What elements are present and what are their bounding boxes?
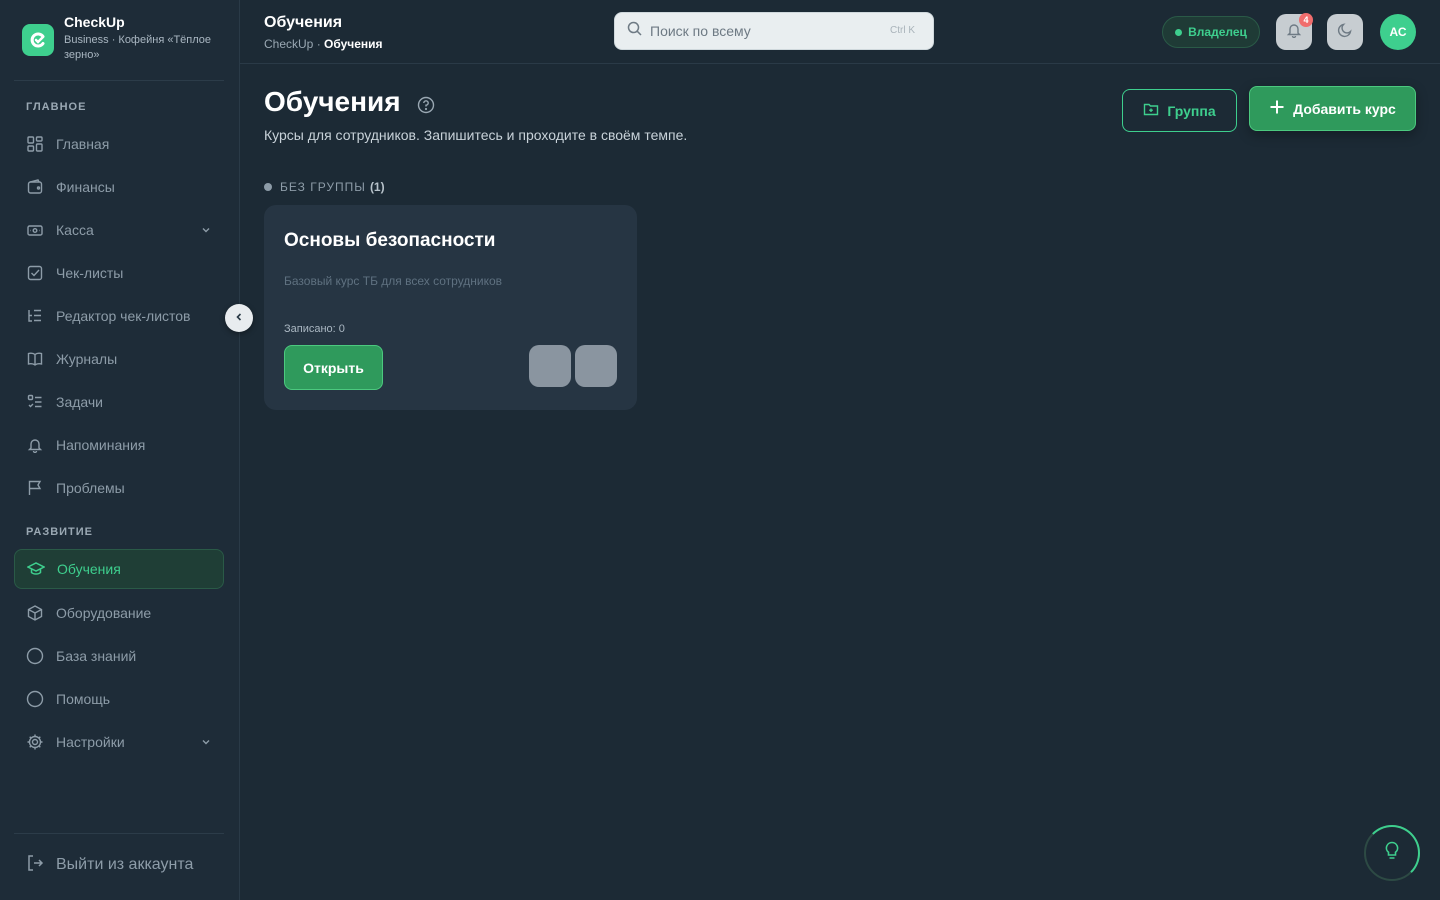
section-title-development: РАЗВИТИЕ [26, 526, 94, 538]
gear-icon [26, 733, 44, 751]
sidebar-item-checklists[interactable]: Чек-листы [14, 253, 224, 293]
sidebar-item-label: Редактор чек-листов [56, 308, 191, 324]
page-title: Обучения [264, 86, 401, 117]
sidebar-item-label: Обучения [57, 561, 121, 577]
open-course-button[interactable]: Открыть [284, 345, 383, 390]
sidebar-collapse-button[interactable] [225, 304, 253, 332]
sidebar-item-label: Настройки [56, 734, 125, 750]
topbar-title: Обучения [264, 14, 343, 31]
role-label: Владелец [1188, 25, 1247, 39]
sidebar-item-knowledge-base[interactable]: База знаний [14, 636, 224, 676]
role-status-dot [1175, 28, 1183, 36]
add-course-label: Добавить курс [1293, 100, 1396, 117]
logout-label: Выйти из аккаунта [56, 856, 194, 873]
search-placeholder: Поиск по всему [650, 23, 751, 39]
cash-register-icon [26, 221, 44, 239]
add-course-button[interactable]: Добавить курс [1249, 86, 1416, 131]
moon-icon [1337, 22, 1353, 43]
add-group-label: Группа [1167, 102, 1216, 119]
sidebar-item-label: Журналы [56, 351, 118, 367]
breadcrumb-separator: · [313, 37, 325, 51]
sidebar-item-cash[interactable]: Касса [14, 210, 224, 250]
chevron-left-icon [234, 309, 244, 327]
chevron-down-icon[interactable] [200, 735, 212, 751]
group-dot [264, 183, 272, 191]
add-group-button[interactable]: Группа [1122, 89, 1237, 132]
section-title-main: ГЛАВНОЕ [26, 101, 87, 113]
course-delete-button[interactable] [575, 345, 617, 387]
sidebar-item-label: Касса [56, 222, 94, 238]
checkbox-icon [26, 264, 44, 282]
sidebar-item-home[interactable]: Главная [14, 124, 224, 164]
sidebar-item-label: Напоминания [56, 437, 146, 453]
task-list-icon [26, 393, 44, 411]
search-input[interactable]: Поиск по всему Ctrl K [614, 12, 934, 50]
course-title: Основы безопасности [284, 230, 496, 251]
brand[interactable]: CheckUp Business · Кофейня «Тёплое зерно… [22, 14, 224, 63]
book-icon [26, 350, 44, 368]
avatar[interactable]: АС [1380, 14, 1416, 50]
sidebar-item-trainings[interactable]: Обучения [14, 549, 224, 589]
logout-icon [26, 854, 44, 877]
folder-plus-icon [1143, 101, 1159, 120]
plus-icon [1269, 99, 1285, 118]
course-description: Базовый курс ТБ для всех сотрудников [284, 274, 503, 288]
sidebar-item-label: Чек-листы [56, 265, 124, 281]
app-logo-icon [22, 24, 54, 56]
course-card: Основы безопасности Базовый курс ТБ для … [264, 205, 637, 410]
chevron-down-icon[interactable] [200, 223, 212, 239]
circle-icon [26, 690, 44, 708]
app-subtitle: Business · Кофейня «Тёплое зерно» [64, 34, 212, 61]
tips-button[interactable] [1364, 825, 1420, 881]
sidebar-item-label: Финансы [56, 179, 115, 195]
sidebar-item-tasks[interactable]: Задачи [14, 382, 224, 422]
sidebar-item-label: Оборудование [56, 605, 152, 621]
sidebar-item-finance[interactable]: Финансы [14, 167, 224, 207]
sidebar-item-label: Задачи [56, 394, 104, 410]
topbar: Обучения CheckUp · Обучения Поиск по все… [240, 0, 1440, 64]
box-icon [26, 604, 44, 622]
notifications-button[interactable]: 4 [1276, 13, 1313, 50]
sidebar: CheckUp Business · Кофейня «Тёплое зерно… [0, 0, 240, 900]
breadcrumb-root[interactable]: CheckUp [264, 37, 313, 51]
notification-count-badge: 4 [1299, 13, 1313, 27]
course-edit-button[interactable] [529, 345, 571, 387]
sidebar-item-equipment[interactable]: Оборудование [14, 593, 224, 633]
course-enrolled-count: Записано: 0 [284, 323, 345, 335]
progress-ring [1364, 825, 1420, 881]
sidebar-item-journals[interactable]: Журналы [14, 339, 224, 379]
wallet-icon [26, 178, 44, 196]
sidebar-item-label: База знаний [56, 648, 137, 664]
app-name: CheckUp [64, 14, 125, 30]
sidebar-item-reminders[interactable]: Напоминания [14, 425, 224, 465]
list-tree-icon [26, 307, 44, 325]
sidebar-divider [14, 833, 224, 834]
sidebar-item-settings[interactable]: Настройки [14, 722, 224, 762]
breadcrumb-current: Обучения [324, 37, 383, 51]
sidebar-item-checklist-editor[interactable]: Редактор чек-листов [14, 296, 224, 336]
flag-icon [26, 479, 44, 497]
group-count: (1) [369, 180, 385, 194]
sidebar-item-label: Помощь [56, 691, 111, 707]
sidebar-item-label: Проблемы [56, 480, 125, 496]
logout-button[interactable]: Выйти из аккаунта [14, 845, 224, 885]
sidebar-item-help[interactable]: Помощь [14, 679, 224, 719]
breadcrumb: CheckUp · Обучения [264, 37, 383, 51]
sidebar-divider [14, 80, 224, 81]
page-subtitle: Курсы для сотрудников. Запишитесь и прох… [264, 127, 688, 143]
sidebar-item-label: Главная [56, 136, 110, 152]
search-icon [627, 21, 642, 41]
bell-icon [26, 436, 44, 454]
theme-toggle-button[interactable] [1327, 14, 1363, 50]
circle-icon [26, 647, 44, 665]
role-badge[interactable]: Владелец [1162, 16, 1260, 48]
group-header: БЕЗ ГРУППЫ (1) [264, 180, 385, 194]
grid-icon [26, 135, 44, 153]
graduation-cap-icon [27, 560, 45, 578]
bell-icon [1286, 22, 1302, 43]
search-shortcut: Ctrl K [890, 25, 915, 36]
help-circle-icon[interactable] [417, 96, 435, 119]
group-label: БЕЗ ГРУППЫ [280, 180, 366, 194]
sidebar-item-problems[interactable]: Проблемы [14, 468, 224, 508]
